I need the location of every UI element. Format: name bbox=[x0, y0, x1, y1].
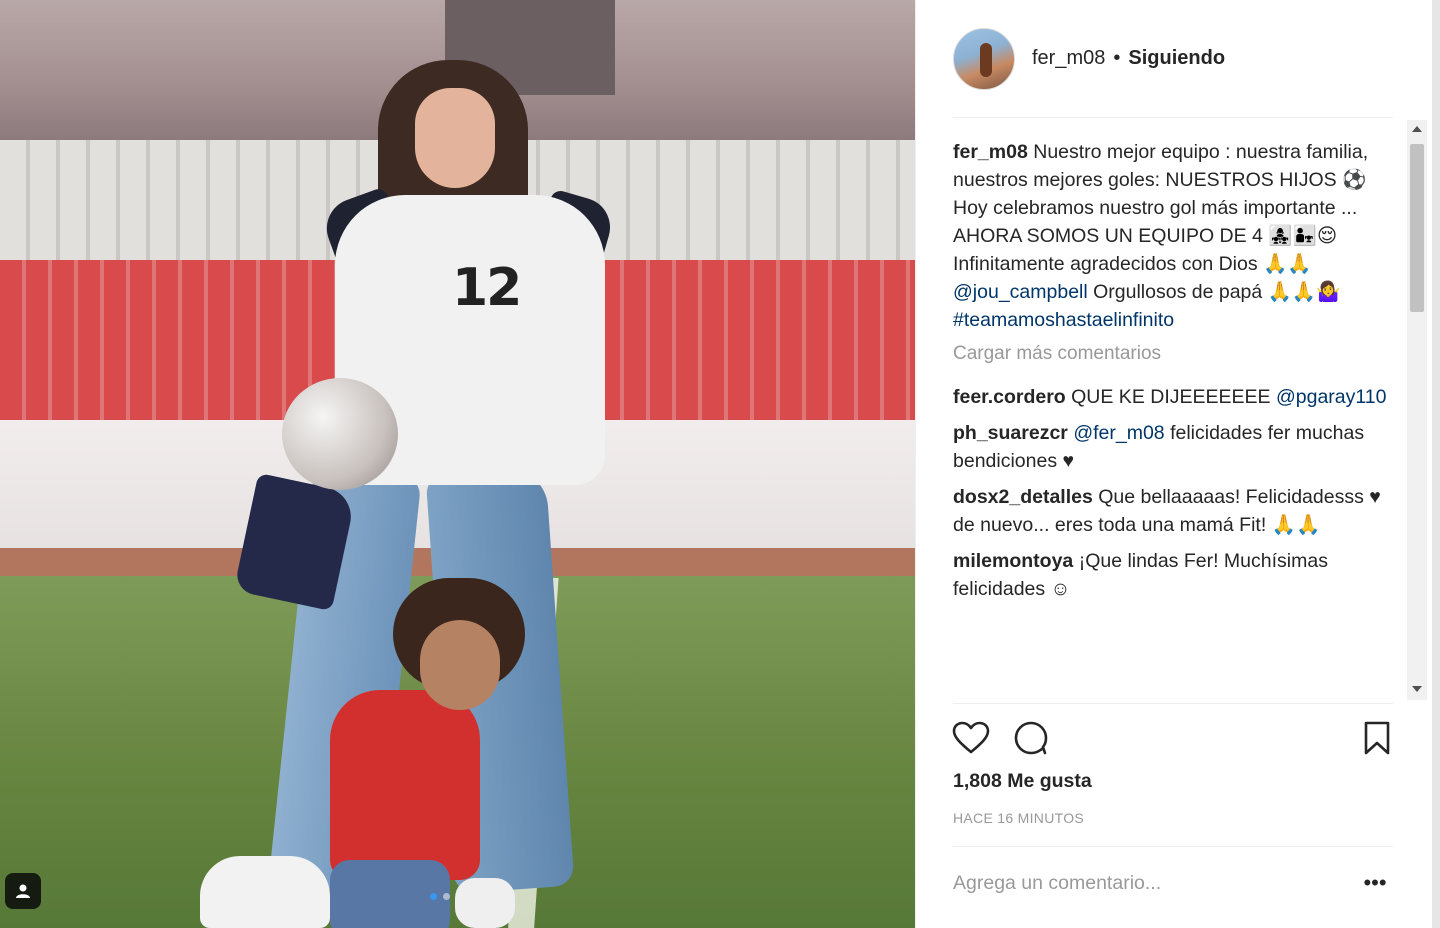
comment-mention[interactable]: @pgaray110 bbox=[1276, 386, 1387, 408]
carousel-dot bbox=[443, 893, 450, 900]
comments-scrollbar[interactable] bbox=[1407, 120, 1427, 700]
comment-item: dosx2_detalles Que bellaaaaas! Felicidad… bbox=[953, 483, 1403, 539]
carousel-dot-active bbox=[430, 893, 437, 900]
caption: fer_m08 Nuestro mejor equipo : nuestra f… bbox=[953, 138, 1403, 334]
comment-author[interactable]: milemontoya bbox=[953, 550, 1073, 572]
bookmark-icon[interactable] bbox=[1357, 718, 1397, 758]
caption-text-1: Nuestro mejor equipo : nuestra familia, bbox=[1027, 141, 1369, 163]
soccer-ball bbox=[282, 378, 398, 490]
caption-text-3: Orgullosos de papá 🙏🙏🤷‍♀️ bbox=[1087, 281, 1341, 303]
post-timestamp: HACE 16 MINUTOS bbox=[953, 810, 1085, 826]
comment-author[interactable]: ph_suarezcr bbox=[953, 422, 1068, 444]
caption-text-2: nuestros mejores goles: NUESTROS HIJOS ⚽… bbox=[953, 169, 1367, 275]
child-face bbox=[420, 620, 500, 710]
actions-divider bbox=[953, 703, 1393, 704]
comment-item: feer.cordero QUE KE DIJEEEEEEE @pgaray11… bbox=[953, 383, 1403, 411]
user-tag-icon[interactable] bbox=[5, 873, 41, 909]
woman-shoe bbox=[200, 856, 330, 928]
carousel-dots bbox=[430, 893, 450, 900]
post-username[interactable]: fer_m08 bbox=[1032, 47, 1105, 70]
follow-button[interactable]: Siguiendo bbox=[1128, 47, 1225, 70]
woman-face bbox=[415, 88, 495, 188]
header-divider bbox=[953, 117, 1393, 118]
comment-mention[interactable]: @fer_m08 bbox=[1073, 422, 1164, 444]
caption-author[interactable]: fer_m08 bbox=[953, 141, 1028, 163]
post-header: fer_m08 • Siguiendo bbox=[916, 0, 1433, 117]
jersey-number: 12 bbox=[452, 258, 522, 318]
comment-text: QUE KE DIJEEEEEEE bbox=[1065, 386, 1276, 408]
post-side-panel: fer_m08 • Siguiendo fer_m08 Nuestro mejo… bbox=[915, 0, 1440, 928]
comment-author[interactable]: feer.cordero bbox=[953, 386, 1066, 408]
avatar[interactable] bbox=[953, 27, 1015, 90]
scroll-down-icon[interactable] bbox=[1412, 686, 1422, 692]
woman-shoe-right bbox=[455, 878, 515, 928]
comment-icon[interactable] bbox=[1011, 718, 1051, 758]
post-photo[interactable]: 12 bbox=[0, 0, 915, 928]
comment-input[interactable] bbox=[953, 866, 1343, 900]
more-options-button[interactable]: ••• bbox=[1360, 868, 1390, 898]
comments-list: fer_m08 Nuestro mejor equipo : nuestra f… bbox=[953, 138, 1403, 700]
caption-hashtag[interactable]: #teamamoshastaelinfinito bbox=[953, 309, 1174, 331]
scroll-thumb[interactable] bbox=[1410, 144, 1424, 312]
post-actions bbox=[951, 718, 1390, 762]
like-count[interactable]: 1,808 Me gusta bbox=[953, 770, 1092, 793]
caption-mention[interactable]: @jou_campbell bbox=[953, 281, 1088, 303]
child-shirt bbox=[330, 690, 480, 880]
comment-divider bbox=[953, 846, 1393, 847]
comment-item: ph_suarezcr @fer_m08 felicidades fer muc… bbox=[953, 419, 1403, 475]
header-separator: • bbox=[1113, 47, 1121, 69]
load-more-comments[interactable]: Cargar más comentarios bbox=[953, 343, 1403, 365]
comment-author[interactable]: dosx2_detalles bbox=[953, 486, 1093, 508]
comment-item: milemontoya ¡Que lindas Fer! Muchísimas … bbox=[953, 547, 1403, 603]
scroll-up-icon[interactable] bbox=[1412, 126, 1422, 132]
heart-icon[interactable] bbox=[951, 718, 991, 758]
